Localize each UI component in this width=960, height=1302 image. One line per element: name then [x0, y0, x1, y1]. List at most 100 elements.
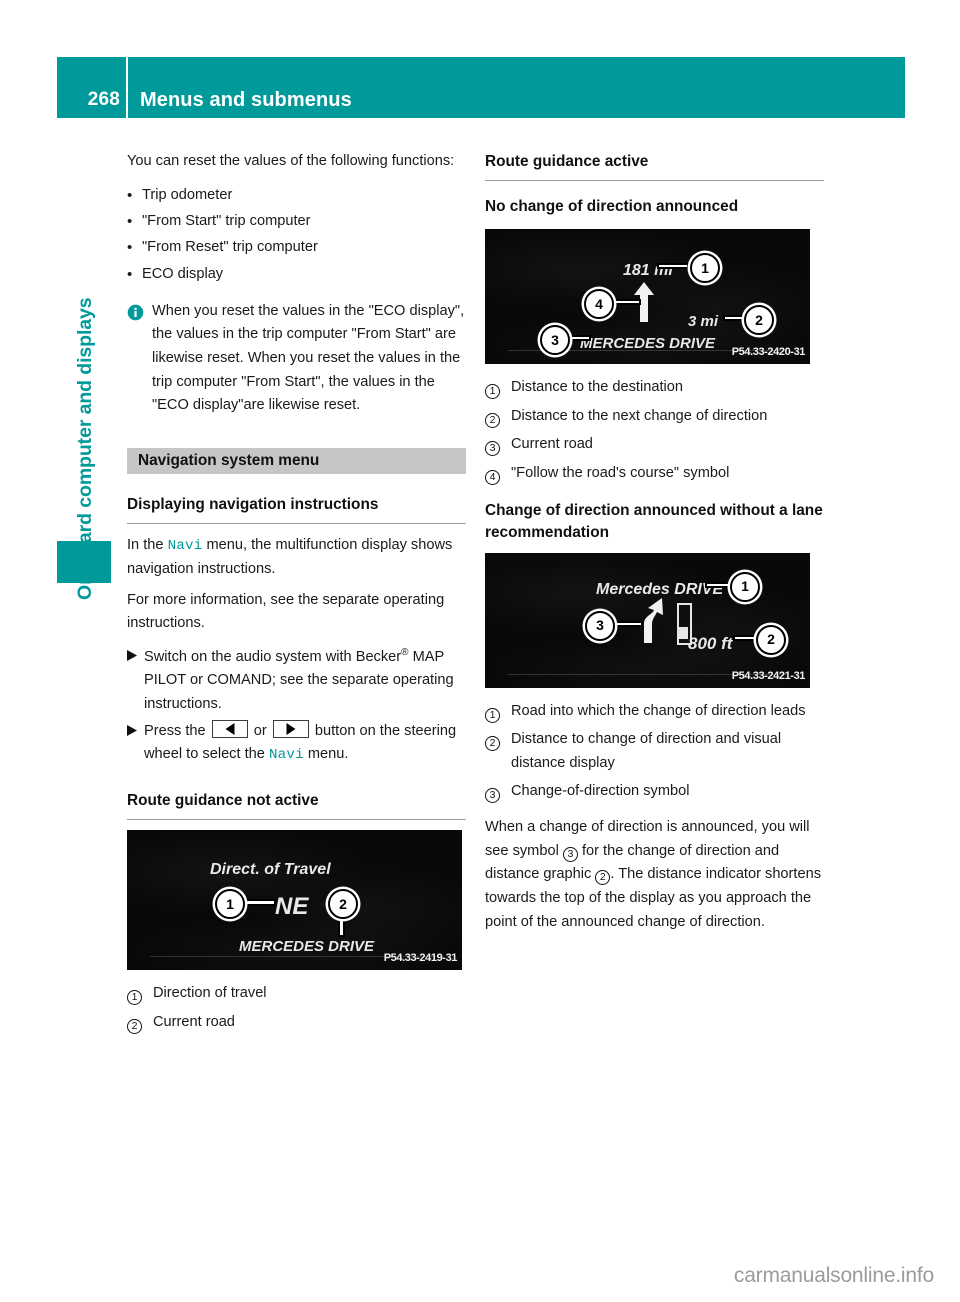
- caption-number: 1: [485, 376, 511, 401]
- caption-circle-number: 1: [485, 707, 500, 723]
- right-arrow-button-icon[interactable]: [272, 719, 309, 738]
- list-item-label: "From Start" trip computer: [142, 212, 311, 229]
- caption-text: Distance to the next change of direction: [511, 407, 768, 424]
- figure-code: P54.33-2420-31: [731, 346, 806, 359]
- list-item-label: ECO display: [142, 265, 224, 282]
- list-item: • ECO display: [127, 263, 466, 287]
- figure-callout-1: 1: [690, 252, 720, 283]
- step-2-text-d: menu.: [307, 746, 349, 763]
- caption-text: "Follow the road's course" symbol: [511, 464, 730, 481]
- caption-number: 2: [127, 1011, 153, 1036]
- left-column: You can reset the values of the followin…: [127, 150, 466, 1040]
- subheading-displaying-navigation: Displaying navigation instructions: [127, 493, 466, 524]
- step-2-text-b: button on the: [314, 722, 401, 739]
- caption-circle-number: 1: [127, 990, 142, 1006]
- display-label-direction-heading: Direct. of Travel: [210, 861, 331, 879]
- navi-paragraph-2: For more information, see the separate o…: [127, 591, 445, 632]
- info-note-text: When you reset the values in the "ECO di…: [152, 302, 465, 414]
- caption-text: Distance to the destination: [511, 378, 683, 395]
- caption-text: Current road: [153, 1013, 235, 1030]
- navi-paragraph-1: In the Navi menu, the multifunction disp…: [127, 534, 466, 582]
- intro-paragraph: You can reset the values of the followin…: [127, 153, 455, 169]
- figure-no-change-of-direction: 181 mi 3 mi MERCEDES DRIVE 1 2 3 4 P54.3…: [485, 228, 810, 364]
- caption-circle-number: 3: [485, 441, 500, 457]
- left-arrow-button-icon[interactable]: [211, 719, 248, 738]
- leader-line-3: [613, 622, 641, 626]
- display-label-distance-next: 3 mi: [688, 312, 719, 330]
- figure-callout-3: 3: [540, 324, 570, 355]
- leader-line-1: [242, 901, 274, 904]
- section-banner-navigation: Navigation system menu: [127, 448, 466, 475]
- display-label-current-road: MERCEDES DRIVE: [239, 938, 375, 956]
- list-item: • "From Reset" trip computer: [127, 236, 466, 260]
- figure-callout-3: 3: [585, 610, 615, 641]
- step-item-label: Switch on the audio system with Becker® …: [144, 645, 466, 717]
- figure-1-captions: 1 Direction of travel 2 Current road: [127, 982, 466, 1035]
- step-1-text-a: Switch on the audio system with Becker: [144, 648, 402, 665]
- caption-number: 3: [485, 433, 511, 458]
- distance-bar-fill: [679, 626, 688, 639]
- list-item: • "From Start" trip computer: [127, 210, 466, 234]
- navi-paragraph-1-prefix: In the: [127, 536, 164, 553]
- bullet-icon: •: [127, 212, 133, 230]
- caption-text: Direction of travel: [153, 985, 267, 1002]
- site-watermark: carmanualsonline.info: [733, 1264, 934, 1287]
- leader-line-4: [611, 300, 639, 304]
- right-column: Route guidance active No change of direc…: [485, 150, 824, 934]
- caption-row: 2 Current road: [127, 1011, 466, 1036]
- step-2-text-a: Press the: [144, 722, 206, 739]
- caption-circle-number: 2: [485, 412, 500, 428]
- navi-keyword: Navi: [167, 537, 203, 554]
- chapter-title: On-board computer and displays: [73, 297, 96, 600]
- closing-paragraph: When a change of direction is announced,…: [485, 816, 824, 934]
- caption-number: 2: [485, 405, 511, 430]
- registered-mark: ®: [401, 646, 409, 658]
- caption-text: Distance to change of direction and visu…: [511, 731, 782, 771]
- step-item: Press the or button on the steering whee…: [127, 719, 466, 768]
- caption-row: 4 "Follow the road's course" symbol: [485, 462, 824, 487]
- display-label-distance: 800 ft: [688, 633, 733, 653]
- figure-callout-2: 2: [744, 304, 774, 335]
- navi-keyword: Navi: [268, 747, 304, 764]
- bullet-icon: •: [127, 186, 133, 204]
- step-item: Switch on the audio system with Becker® …: [127, 645, 466, 717]
- figure-code: P54.33-2421-31: [731, 669, 806, 682]
- step-item-label: Press the or button on the steering whee…: [144, 719, 466, 768]
- caption-number: 3: [485, 780, 511, 805]
- navigation-steps: Switch on the audio system with Becker® …: [127, 645, 466, 767]
- info-note: When you reset the values in the "ECO di…: [127, 300, 466, 418]
- inline-circle-number-3: 3: [562, 846, 578, 862]
- chapter-tab-marker: [57, 541, 111, 583]
- caption-number: 2: [485, 728, 511, 753]
- leader-line-1: [659, 264, 687, 268]
- list-item-label: Trip odometer: [142, 186, 233, 203]
- caption-row: 2 Distance to change of direction and vi…: [485, 728, 824, 775]
- display-label-distance-destination: 181 mi: [623, 261, 673, 279]
- subheading-route-guidance-active: Route guidance active: [485, 150, 824, 181]
- bullet-icon: •: [127, 239, 133, 257]
- page-title: Menus and submenus: [140, 89, 352, 111]
- header-divider: [126, 57, 128, 118]
- chapter-rail: On-board computer and displays: [57, 140, 113, 600]
- page-number: 268: [87, 89, 120, 110]
- caption-row: 3 Current road: [485, 433, 824, 458]
- step-arrow-icon: [127, 724, 144, 736]
- step-arrow-icon: [127, 649, 144, 661]
- display-label-direction-value: NE: [275, 893, 309, 921]
- caption-number: 1: [127, 982, 153, 1007]
- caption-circle-number: 1: [485, 383, 500, 399]
- display-label-current-road: MERCEDES DRIVE: [580, 334, 716, 352]
- caption-number: 1: [485, 700, 511, 725]
- figure-code: P54.33-2419-31: [383, 952, 458, 965]
- info-icon: [127, 304, 147, 321]
- caption-row: 3 Change-of-direction symbol: [485, 780, 824, 805]
- reset-functions-list: • Trip odometer • "From Start" trip comp…: [127, 184, 466, 287]
- figure-change-of-direction-announced: Mercedes DRIVE 800 ft 1 2 3 P54.33-2421-…: [485, 552, 810, 688]
- list-item-label: "From Reset" trip computer: [142, 239, 318, 256]
- figure-3-captions: 1 Road into which the change of directio…: [485, 700, 824, 805]
- list-item: • Trip odometer: [127, 184, 466, 208]
- leader-line-3: [567, 336, 589, 340]
- caption-text: Current road: [511, 436, 593, 453]
- step-2-or: or: [253, 722, 267, 739]
- subheading-change-of-direction-announced: Change of direction announced without a …: [485, 502, 823, 542]
